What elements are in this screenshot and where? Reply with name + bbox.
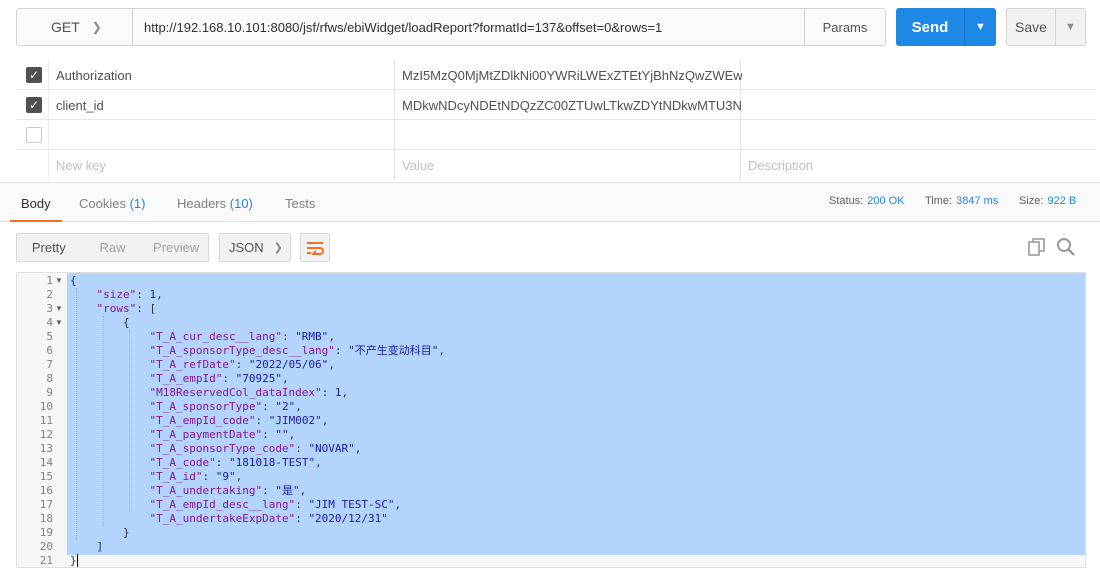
line-number: 5 — [46, 330, 53, 343]
line-number: 3 — [46, 302, 53, 315]
url-input[interactable]: http://192.168.10.101:8080/jsf/rfws/ebiW… — [132, 8, 805, 46]
params-button[interactable]: Params — [804, 8, 886, 46]
format-select[interactable]: JSON ❯ — [219, 233, 291, 262]
indent-guide — [129, 330, 131, 512]
code-line: { — [70, 316, 130, 329]
tab-cookies[interactable]: Cookies (1) — [79, 196, 145, 211]
header-enabled-checkbox[interactable]: ✓ — [26, 97, 42, 113]
code-line: "T_A_sponsorType_code": "NOVAR", — [149, 442, 362, 455]
code-content[interactable]: { "size": 1, "rows": [ { "T_A_cur_desc__… — [67, 273, 1085, 567]
line-number: 18 — [39, 512, 53, 525]
header-value[interactable]: MzI5MzQ0MjMtZDlkNi00YWRiLWExZTEtYjBhNzQw… — [402, 68, 742, 83]
code-line: "T_A_empId_desc__lang": "JIM TEST-SC", — [149, 498, 402, 511]
line-number-gutter: 1 ▼ 2 3 ▼ 4 ▼ 5 6 7 8 9 10 11 12 13 14 15 16 17 18 19 20 21 — [17, 273, 67, 567]
line-number: 2 — [46, 288, 53, 301]
line-number: 4 — [46, 316, 53, 329]
code-line: "M18ReservedCol_dataIndex": 1, — [149, 386, 349, 399]
line-number: 11 — [39, 414, 53, 427]
code-line: "T_A_sponsorType_desc__lang": "不产生变动科目", — [149, 344, 446, 357]
header-enabled-checkbox[interactable]: ✓ — [26, 67, 42, 83]
view-mode-segment: Pretty Raw Preview — [16, 233, 209, 262]
new-description-input[interactable]: Description — [748, 158, 813, 173]
save-options-chevron-icon[interactable]: ▼ — [1056, 21, 1085, 33]
fold-toggle-icon[interactable]: ▼ — [55, 302, 63, 316]
tab-body[interactable]: Body — [21, 196, 51, 211]
line-number: 10 — [39, 400, 53, 413]
wrap-lines-icon — [307, 241, 324, 255]
request-bar: GET ❯ http://192.168.10.101:8080/jsf/rfw… — [0, 0, 1100, 57]
line-number: 16 — [39, 484, 53, 497]
line-number: 7 — [46, 358, 53, 371]
line-number: 15 — [39, 470, 53, 483]
code-line: "T_A_undertakeExpDate": "2020/12/31" — [149, 512, 388, 525]
text-caret — [76, 554, 78, 567]
code-line: "T_A_cur_desc__lang": "RMB", — [149, 330, 335, 343]
status-readout: Status: 200 OK — [829, 195, 905, 207]
line-number: 13 — [39, 442, 53, 455]
headers-table: ✓ Authorization MzI5MzQ0MjMtZDlkNi00YWRi… — [16, 60, 1096, 180]
header-row: ✓ Authorization MzI5MzQ0MjMtZDlkNi00YWRi… — [16, 60, 1096, 90]
line-number: 21 — [39, 554, 53, 567]
view-preview-button[interactable]: Preview — [144, 234, 208, 261]
line-number: 9 — [46, 386, 53, 399]
code-line: "T_A_id": "9", — [149, 470, 243, 483]
header-new-row: New key Value Description — [16, 150, 1096, 180]
wrap-lines-button[interactable] — [300, 233, 330, 262]
new-value-input[interactable]: Value — [402, 158, 742, 173]
code-line: "size": 1, — [96, 288, 163, 301]
size-readout: Size: 922 B — [1019, 195, 1077, 207]
view-pretty-button[interactable]: Pretty — [17, 234, 81, 261]
code-line: ] — [70, 540, 104, 553]
code-line: "rows": [ — [96, 302, 157, 315]
line-number: 12 — [39, 428, 53, 441]
response-tabs: Body Cookies (1) Headers (10) Tests Stat… — [0, 182, 1100, 222]
active-tab-indicator — [10, 220, 62, 222]
method-label: GET — [51, 19, 80, 35]
line-number: 8 — [46, 372, 53, 385]
send-options-chevron-icon[interactable]: ▼ — [965, 21, 996, 33]
code-line: } — [70, 526, 130, 539]
code-line: "T_A_code": "181018-TEST", — [149, 456, 322, 469]
line-number: 14 — [39, 456, 53, 469]
code-line: { — [70, 274, 77, 287]
save-button[interactable]: Save ▼ — [1006, 8, 1086, 46]
code-line: "T_A_undertaking": "是", — [149, 484, 307, 497]
line-number: 6 — [46, 344, 53, 357]
search-icon[interactable] — [1056, 237, 1076, 257]
header-key[interactable]: client_id — [56, 98, 104, 113]
save-label: Save — [1015, 19, 1047, 35]
indent-guide — [102, 316, 104, 526]
send-label: Send — [911, 18, 949, 36]
format-label: JSON — [229, 240, 264, 255]
fold-toggle-icon[interactable]: ▼ — [55, 274, 63, 288]
view-raw-button[interactable]: Raw — [81, 234, 145, 261]
code-line: "T_A_refDate": "2022/05/06", — [149, 358, 335, 371]
line-number: 20 — [39, 540, 53, 553]
chevron-down-icon: ❯ — [91, 20, 102, 34]
code-line: "T_A_empId_code": "JIM002", — [149, 414, 329, 427]
header-row — [16, 120, 1096, 150]
copy-icon[interactable] — [1028, 238, 1046, 256]
send-button[interactable]: Send ▼ — [896, 8, 996, 46]
time-readout: Time: 3847 ms — [925, 195, 999, 207]
indent-guide — [76, 288, 78, 540]
line-number: 17 — [39, 498, 53, 511]
header-enabled-checkbox[interactable] — [26, 127, 42, 143]
header-key[interactable]: Authorization — [56, 68, 132, 83]
line-number: 1 — [46, 274, 53, 287]
tab-headers[interactable]: Headers (10) — [177, 196, 253, 211]
header-row: ✓ client_id MDkwNDcyNDEtNDQzZC00ZTUwLTkw… — [16, 90, 1096, 120]
method-select[interactable]: GET ❯ — [16, 8, 132, 46]
line-number: 19 — [39, 526, 53, 539]
code-line: "T_A_sponsorType": "2", — [149, 400, 302, 413]
chevron-down-icon: ❯ — [273, 242, 283, 254]
tab-tests[interactable]: Tests — [285, 196, 315, 211]
new-key-input[interactable]: New key — [56, 158, 106, 173]
header-value[interactable]: MDkwNDcyNDEtNDQzZC00ZTUwLTkwZDYtNDkwMTU3… — [402, 98, 742, 113]
fold-toggle-icon[interactable]: ▼ — [55, 316, 63, 330]
response-body-editor[interactable]: 1 ▼ 2 3 ▼ 4 ▼ 5 6 7 8 9 10 11 12 13 14 15 16 17 18 19 20 21 { "… — [16, 272, 1086, 568]
